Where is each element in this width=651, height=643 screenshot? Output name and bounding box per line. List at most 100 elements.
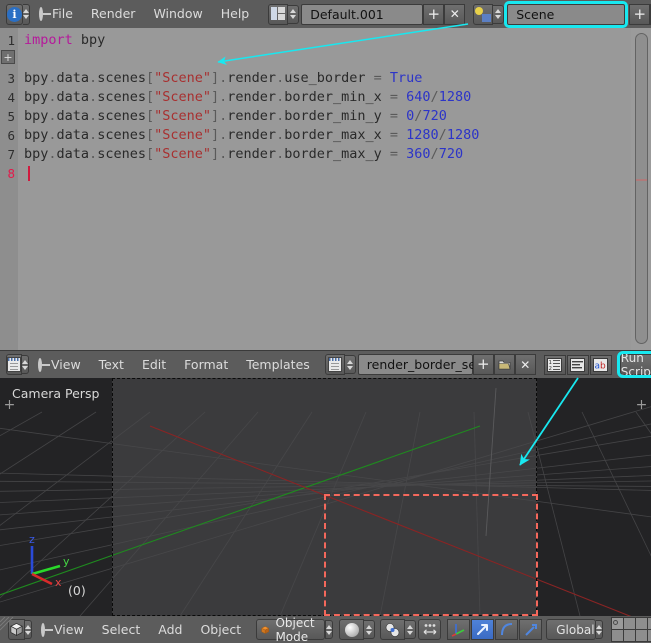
collapse-menu-icon[interactable] [39,7,51,21]
code-token: . [89,70,98,86]
menu-select[interactable]: Select [93,616,150,643]
collapse-menu-icon-text[interactable] [38,357,50,372]
collapse-menu-icon-3d[interactable] [41,622,53,637]
screen-layout-icon[interactable] [268,3,289,25]
layer-button[interactable] [635,618,647,629]
delete-screen-layout-button[interactable]: ✕ [444,3,466,25]
menu-templates[interactable]: Templates [237,351,319,379]
layer-button[interactable] [611,630,623,641]
proportional-glyph [423,623,437,635]
run-script-button[interactable]: Run Script [616,351,651,379]
code-content[interactable]: 1import bpy23bpy.data.scenes["Scene"].re… [0,28,631,350]
code-token: / [430,89,439,105]
layer-button[interactable] [611,618,623,629]
code-line[interactable]: 2 [0,50,631,69]
code-token: . [276,127,285,143]
shading-spinner[interactable] [364,620,376,639]
proportional-edit-icon[interactable] [418,619,442,640]
editor-type-spinner-3d[interactable] [25,620,32,639]
scene-datablock-icon[interactable] [473,3,494,25]
3d-view-header: View Select Add Object Object Mode Globa… [0,616,651,643]
layer-button[interactable] [647,618,651,629]
layer-button[interactable] [623,630,635,641]
script-filename-field[interactable]: render_border_set.py [357,354,500,375]
left-panel-toggle-plus[interactable]: + [3,398,16,413]
right-panel-toggle-plus[interactable]: + [635,398,648,413]
code-token: import [24,32,73,48]
menu-object[interactable]: Object [191,616,250,643]
code-token: . [89,108,98,124]
menu-add[interactable]: Add [149,616,191,643]
code-token: 1280 [446,127,480,143]
transform-orientation-label: Global [556,622,595,637]
menu-render[interactable]: Render [82,0,145,28]
code-line[interactable]: 5 bpy.data.scenes["Scene"].render.border_… [0,107,631,126]
corner-resize-grip[interactable] [0,616,14,631]
pivot-spinner[interactable] [405,620,417,639]
word-wrap-icon[interactable] [566,354,589,375]
syntax-highlight-icon[interactable]: a b [589,354,612,375]
blender-info-icon[interactable]: i [6,3,23,25]
screen-layout-field[interactable]: Default.001 [301,3,424,25]
rotate-arc-icon [500,623,512,636]
scrollbar-thumb[interactable] [634,33,648,344]
code-fold-toggle[interactable]: + [1,50,15,64]
rotate-manipulator[interactable] [495,619,519,640]
code-token: 720 [438,146,464,162]
code-line[interactable]: 6 bpy.data.scenes["Scene"].render.border_… [0,126,631,145]
code-line[interactable]: 8 [0,164,631,183]
vertical-scrollbar[interactable] [631,28,651,350]
code-token: border_max_y [284,146,382,162]
translate-arrow-icon [476,624,488,635]
unlink-text-button[interactable]: ✕ [514,354,536,375]
menu-window[interactable]: Window [144,0,211,28]
editor-type-spinner-text[interactable] [22,355,29,374]
interaction-mode-dropdown[interactable]: Object Mode [256,616,326,643]
text-datablock-spinner[interactable] [344,355,356,374]
code-token: scenes [97,127,146,143]
open-file-icon[interactable] [493,354,515,375]
add-screen-layout-button[interactable]: + [423,3,445,25]
text-editor-icon[interactable] [6,354,22,375]
scene-name-field[interactable]: Scene [504,0,629,28]
code-line[interactable]: 4 bpy.data.scenes["Scene"].render.border_… [0,88,631,107]
screen-layout-spinner[interactable] [288,4,300,24]
text-editor-area[interactable]: 1import bpy23bpy.data.scenes["Scene"].re… [0,28,651,350]
solid-shading-icon[interactable] [339,619,365,640]
line-number: 8 [7,166,15,181]
text-datablock-icon[interactable] [324,354,345,375]
scene-spinner[interactable] [493,4,505,24]
editor-type-spinner-top[interactable] [23,3,30,25]
add-scene-button[interactable]: + [629,3,651,25]
code-line[interactable]: 1 import bpy [0,31,631,50]
layer-button[interactable] [623,618,635,629]
code-token: data [56,146,90,162]
3d-viewport[interactable]: Camera Persp (0) + + z y x [0,378,651,616]
menu-format[interactable]: Format [175,351,237,379]
transform-orientation-spinner[interactable] [595,620,603,639]
line-number: 3 [7,71,15,86]
text-editor-header: View Text Edit Format Templates render_b… [0,350,651,379]
interaction-mode-spinner[interactable] [325,620,334,639]
menu-help[interactable]: Help [212,0,259,28]
new-text-button[interactable]: + [472,354,494,375]
code-line[interactable]: 7 bpy.data.scenes["Scene"].render.border_… [0,145,631,164]
menu-text[interactable]: Text [90,351,133,379]
layout-glyph [270,7,286,21]
layer-grid[interactable] [610,617,651,642]
code-token: = [365,70,390,86]
code-token: scenes [97,70,146,86]
layer-button[interactable] [635,630,647,641]
line-number: 7 [7,147,15,162]
layer-button[interactable] [647,630,651,641]
translate-manipulator[interactable] [471,619,495,640]
svg-text:2: 2 [549,366,553,372]
menu-edit[interactable]: Edit [133,351,175,379]
line-numbers-icon[interactable]: 1 2 [543,354,566,375]
transform-orientation-dropdown[interactable]: Global [546,619,596,640]
code-line[interactable]: 3 bpy.data.scenes["Scene"].render.use_bor… [0,69,631,88]
scale-manipulator[interactable] [519,619,543,640]
code-token: = [381,89,407,105]
manipulator-toggle[interactable] [447,619,471,640]
pivot-median-point-icon[interactable] [380,619,406,640]
